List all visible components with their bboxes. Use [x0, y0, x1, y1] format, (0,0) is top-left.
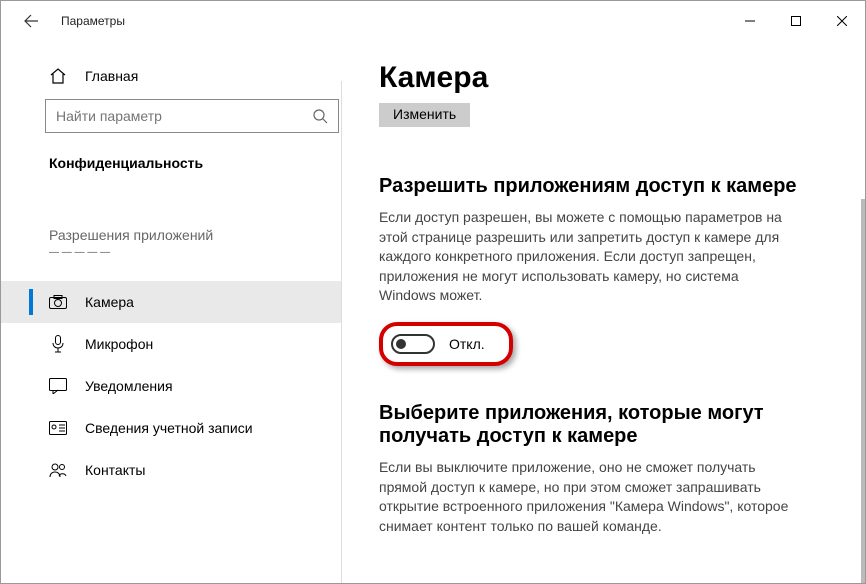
- sidebar: Главная Конфиденциальность Разрешения пр…: [1, 41, 341, 583]
- toggle-state-label: Откл.: [449, 336, 485, 352]
- nav-item-camera[interactable]: Камера: [1, 281, 341, 323]
- contacts-icon: [49, 462, 67, 478]
- allow-apps-heading: Разрешить приложениям доступ к камере: [379, 175, 825, 198]
- minimize-button[interactable]: [727, 5, 773, 37]
- nav-list: Камера Микрофон Уведомления Сведения уче…: [1, 281, 341, 491]
- allow-apps-description: Если доступ разрешен, вы можете с помощь…: [379, 208, 799, 306]
- nav-item-label: Контакты: [85, 462, 145, 478]
- camera-icon: [49, 295, 67, 309]
- change-button[interactable]: Изменить: [379, 103, 470, 127]
- content-pane: Камера Изменить Разрешить приложениям до…: [341, 41, 865, 583]
- choose-apps-heading: Выберите приложения, которые могут получ…: [379, 402, 825, 448]
- nav-item-truncated[interactable]: — — — — —: [1, 247, 341, 263]
- back-button[interactable]: [19, 9, 43, 33]
- search-input[interactable]: [56, 108, 312, 124]
- app-permissions-subhead: Разрешения приложений: [1, 171, 341, 247]
- nav-item-label: Уведомления: [85, 378, 173, 394]
- window-title: Параметры: [61, 14, 125, 28]
- nav-item-label: Микрофон: [85, 336, 153, 352]
- home-icon: [49, 67, 67, 85]
- camera-access-toggle-row: Откл.: [379, 322, 513, 366]
- choose-apps-description: Если вы выключите приложение, оно не смо…: [379, 458, 799, 536]
- search-box[interactable]: [45, 99, 339, 133]
- home-label: Главная: [85, 68, 138, 84]
- close-button[interactable]: [819, 5, 865, 37]
- nav-item-account-info[interactable]: Сведения учетной записи: [1, 407, 341, 449]
- nav-item-label: Сведения учетной записи: [85, 420, 253, 436]
- maximize-button[interactable]: [773, 5, 819, 37]
- nav-item-notifications[interactable]: Уведомления: [1, 365, 341, 407]
- nav-item-label: Камера: [85, 294, 134, 310]
- account-info-icon: [49, 421, 67, 435]
- notifications-icon: [49, 378, 67, 394]
- home-nav[interactable]: Главная: [1, 59, 341, 99]
- privacy-section-title: Конфиденциальность: [1, 151, 341, 171]
- search-icon: [312, 108, 328, 124]
- nav-item-microphone[interactable]: Микрофон: [1, 323, 341, 365]
- scrollbar[interactable]: [861, 199, 865, 583]
- microphone-icon: [49, 335, 67, 353]
- page-title: Камера: [379, 61, 825, 95]
- camera-access-toggle[interactable]: [391, 334, 435, 354]
- nav-item-contacts[interactable]: Контакты: [1, 449, 341, 491]
